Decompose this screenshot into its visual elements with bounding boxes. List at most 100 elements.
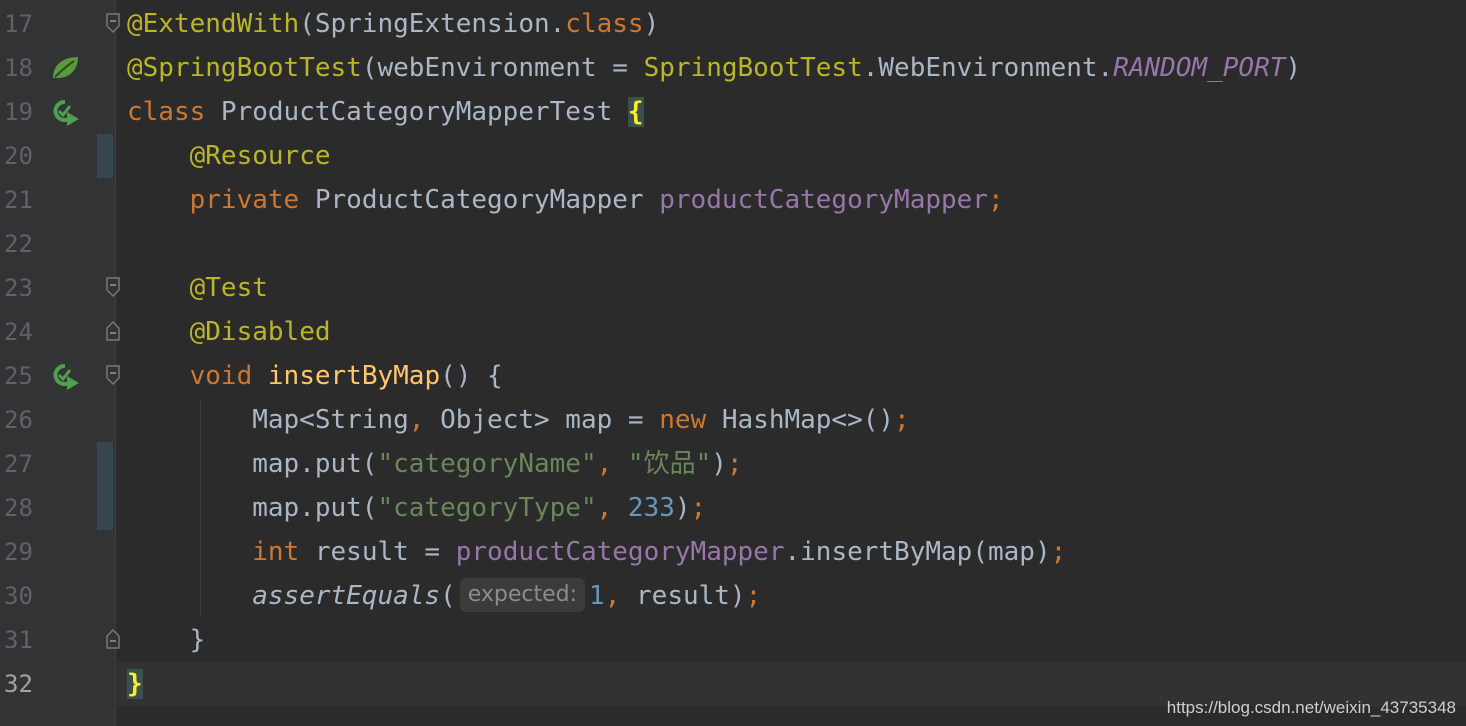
- line-number: 32: [4, 670, 33, 698]
- vcs-change-marker[interactable]: [97, 486, 113, 530]
- code-token: new: [659, 405, 722, 435]
- code-token: (: [440, 581, 456, 611]
- code-token: @Disabled: [189, 317, 331, 347]
- code-line[interactable]: 20 @Resource: [0, 134, 1466, 178]
- code-token: "categoryName": [377, 449, 597, 479]
- code-token: ,: [596, 449, 628, 479]
- code-token: class: [565, 9, 644, 39]
- code-token: ProductCategoryMapper: [314, 185, 660, 215]
- line-number: 20: [4, 142, 33, 170]
- code-token: @Resource: [189, 141, 331, 171]
- fold-collapse-icon[interactable]: [105, 276, 121, 298]
- spring-bean-leaf-icon[interactable]: [50, 54, 80, 82]
- code-line[interactable]: 31 }: [0, 618, 1466, 662]
- line-number: 25: [4, 362, 33, 390]
- code-line[interactable]: 29 int result = productCategoryMapper.in…: [0, 530, 1466, 574]
- code-token: productCategoryMapper: [659, 185, 988, 215]
- code-token: ,: [408, 405, 441, 435]
- code-token: ): [643, 9, 660, 39]
- line-number: 30: [4, 582, 33, 610]
- code-text: }: [127, 618, 206, 662]
- code-token: ): [1285, 53, 1302, 83]
- code-text: @Resource: [127, 134, 331, 178]
- line-number: 27: [4, 450, 33, 478]
- fold-collapse-icon[interactable]: [105, 12, 121, 34]
- code-text: @ExtendWith(SpringExtension.class): [127, 2, 659, 46]
- code-token: map.put(: [127, 449, 378, 479]
- code-text: void insertByMap() {: [127, 354, 503, 398]
- code-text: @Disabled: [127, 310, 331, 354]
- code-line[interactable]: 24 @Disabled: [0, 310, 1466, 354]
- code-line[interactable]: 25 void insertByMap() {: [0, 354, 1466, 398]
- code-line[interactable]: 18 @SpringBootTest(webEnvironment = Sprin…: [0, 46, 1466, 90]
- line-number: 18: [4, 54, 33, 82]
- code-token: result): [636, 581, 746, 611]
- code-token: map.put(: [127, 493, 378, 523]
- matched-brace: }: [127, 669, 143, 699]
- code-token: ProductCategoryMapperTest: [220, 97, 628, 127]
- code-line[interactable]: 17 @ExtendWith(SpringExtension.class): [0, 2, 1466, 46]
- code-token: ,: [596, 493, 628, 523]
- code-token: ,: [604, 581, 637, 611]
- code-text: }: [127, 662, 143, 706]
- code-line[interactable]: 27 map.put("categoryName", "饮品");: [0, 442, 1466, 486]
- parameter-hint: expected:: [459, 578, 586, 612]
- code-token: @ExtendWith: [127, 9, 300, 39]
- code-token: ;: [1050, 537, 1067, 567]
- code-token: result =: [314, 537, 456, 567]
- vcs-change-marker[interactable]: [97, 442, 113, 486]
- code-text: assertEquals(expected: 1, result);: [127, 574, 761, 618]
- code-token: private: [189, 185, 315, 215]
- code-token: ): [711, 449, 727, 479]
- code-token: ;: [894, 405, 910, 435]
- code-text: @Test: [127, 266, 268, 310]
- code-token: ;: [726, 449, 743, 479]
- line-number: 28: [4, 494, 33, 522]
- code-text: map.put("categoryType", 233);: [127, 486, 706, 530]
- code-token: ;: [745, 581, 762, 611]
- code-text: int result = productCategoryMapper.inser…: [127, 530, 1066, 574]
- code-token: "categoryType": [377, 493, 597, 523]
- code-line[interactable]: 22: [0, 222, 1466, 266]
- vcs-change-marker[interactable]: [97, 134, 113, 178]
- code-token: .insertByMap(map): [784, 537, 1051, 567]
- fold-collapse-icon[interactable]: [105, 364, 121, 386]
- indent-guide: [200, 398, 201, 618]
- line-number: 22: [4, 230, 33, 258]
- code-editor[interactable]: 17 @ExtendWith(SpringExtension.class) 18 @S…: [0, 0, 1466, 726]
- line-number: 31: [4, 626, 33, 654]
- code-line[interactable]: 21 private ProductCategoryMapper product…: [0, 178, 1466, 222]
- code-token: Map<String: [127, 405, 409, 435]
- code-token: 233: [627, 493, 675, 523]
- fold-end-icon[interactable]: [105, 628, 121, 650]
- code-token: }: [127, 625, 206, 655]
- code-token: Object> map =: [440, 405, 660, 435]
- fold-end-icon[interactable]: [105, 320, 121, 342]
- code-line[interactable]: 28 map.put("categoryType", 233);: [0, 486, 1466, 530]
- line-number: 23: [4, 274, 33, 302]
- code-line[interactable]: 19 class ProductCategoryMapperTest {: [0, 90, 1466, 134]
- matched-brace: {: [627, 97, 644, 127]
- code-token: ;: [987, 185, 1004, 215]
- line-number: 19: [4, 98, 33, 126]
- line-number: 24: [4, 318, 33, 346]
- code-token: assertEquals: [252, 581, 441, 611]
- code-token: 1: [589, 581, 605, 611]
- run-test-icon[interactable]: [50, 98, 80, 126]
- code-line[interactable]: 26 Map<String, Object> map = new HashMap…: [0, 398, 1466, 442]
- code-token: (webEnvironment =: [361, 53, 644, 83]
- code-text: private ProductCategoryMapper productCat…: [127, 178, 1004, 222]
- code-line[interactable]: 30 assertEquals(expected: 1, result);: [0, 574, 1466, 618]
- code-token: .WebEnvironment.: [862, 53, 1114, 83]
- code-line[interactable]: 23 @Test: [0, 266, 1466, 310]
- run-test-icon[interactable]: [50, 362, 80, 390]
- code-text: class ProductCategoryMapperTest {: [127, 90, 644, 134]
- code-token: class: [127, 97, 221, 127]
- code-token: (SpringExtension.: [299, 9, 566, 39]
- code-token: void: [189, 361, 268, 391]
